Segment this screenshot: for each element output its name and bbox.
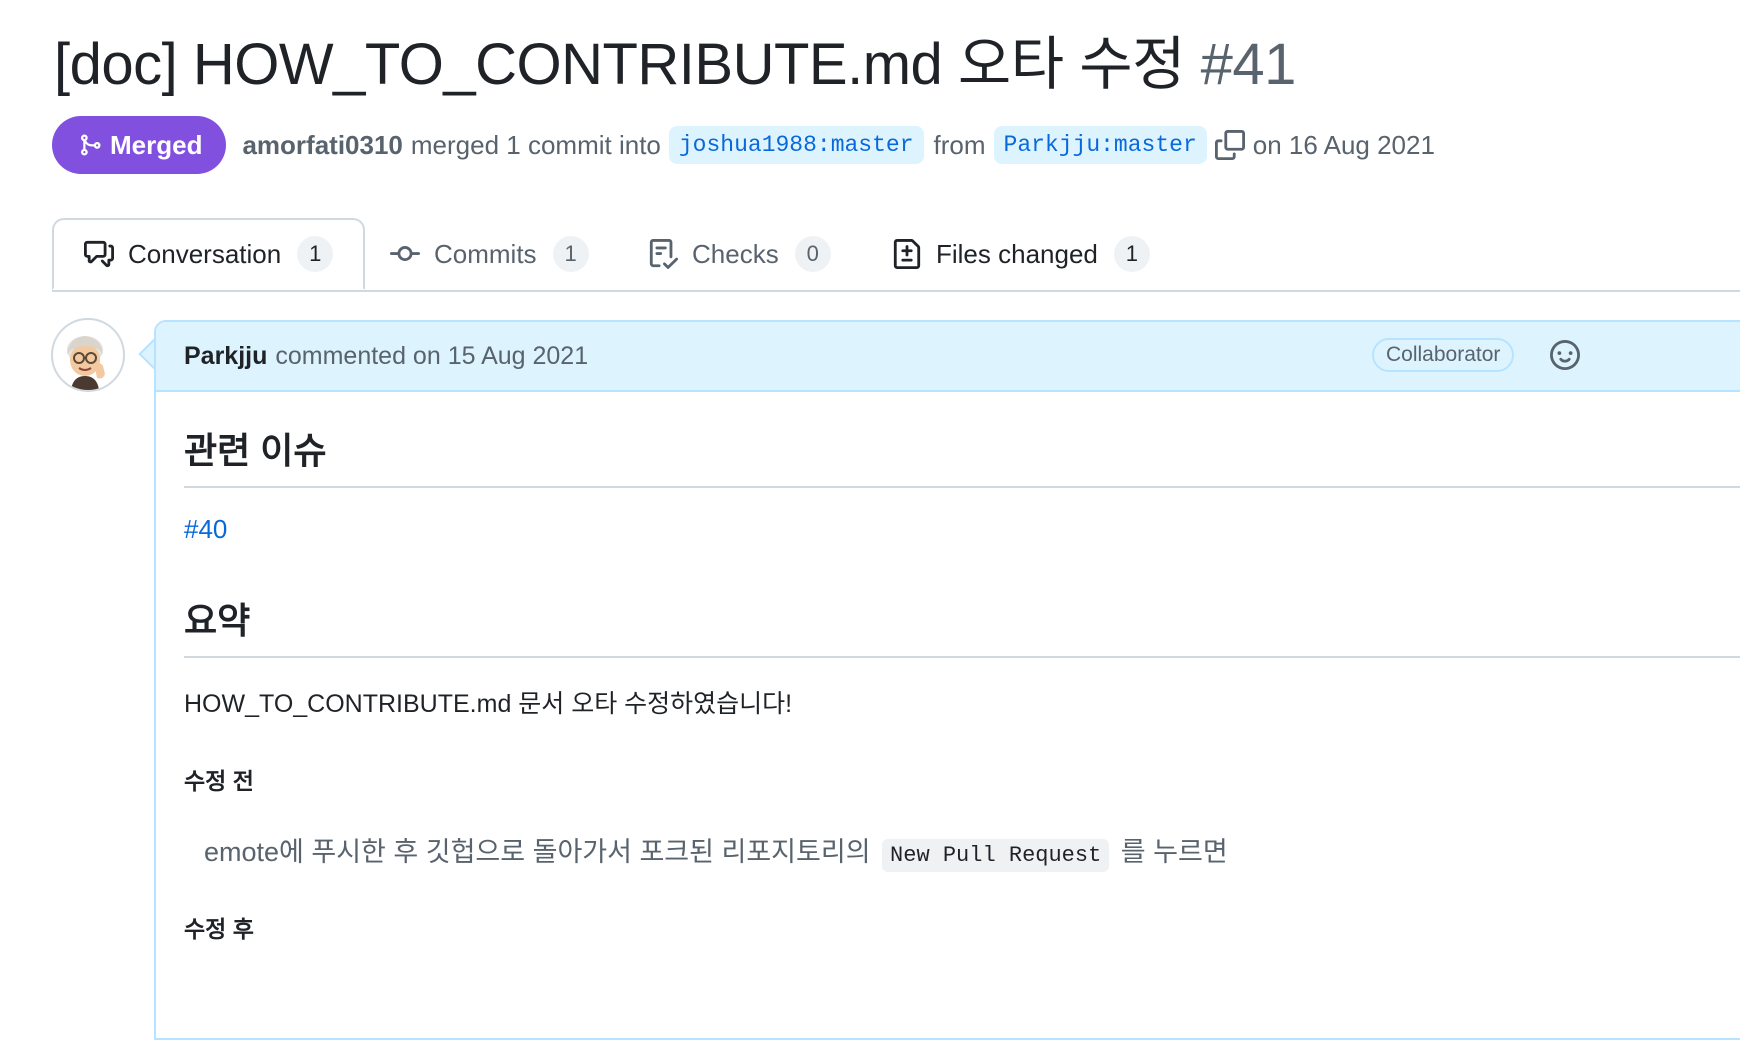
tab-commits-label: Commits xyxy=(434,238,537,269)
merge-author-link[interactable]: amorfati0310 xyxy=(242,130,402,161)
smiley-icon[interactable] xyxy=(1550,340,1580,377)
state-label: Merged xyxy=(110,129,203,160)
merged-state-badge: Merged xyxy=(52,116,227,174)
new-pull-request-code: New Pull Request xyxy=(882,839,1110,872)
heading-related-issue: 관련 이슈 xyxy=(184,422,1740,488)
issue-link[interactable]: #40 xyxy=(184,514,227,545)
collaborator-badge: Collaborator xyxy=(1372,338,1515,372)
comment-box: Parkjju commented on 15 Aug 2021 Collabo… xyxy=(154,320,1740,1040)
memoji-avatar-icon xyxy=(67,336,105,390)
tab-files-label: Files changed xyxy=(936,238,1098,269)
pr-tabs: Conversation 1 Commits 1 Checks 0 Files … xyxy=(52,218,1740,292)
pr-title-text: [doc] HOW_TO_CONTRIBUTE.md 오타 수정 xyxy=(54,32,1185,97)
pr-meta: Merged amorfati0310 merged 1 commit into… xyxy=(52,116,1435,174)
heading-summary: 요약 xyxy=(184,592,1740,658)
tab-commits[interactable]: Commits 1 xyxy=(390,218,589,290)
pr-title: [doc] HOW_TO_CONTRIBUTE.md 오타 수정 #41 xyxy=(54,30,1296,100)
head-branch[interactable]: Parkjju:master xyxy=(993,126,1207,164)
avatar[interactable] xyxy=(51,318,125,392)
tab-commits-count: 1 xyxy=(552,236,589,272)
heading-after: 수정 후 xyxy=(184,916,254,942)
merge-date: on 16 Aug 2021 xyxy=(1252,129,1435,160)
tab-conversation[interactable]: Conversation 1 xyxy=(52,218,366,290)
from-text: from xyxy=(933,129,986,160)
checklist-icon xyxy=(648,239,678,269)
base-branch[interactable]: joshua1988:master xyxy=(668,126,924,164)
before-text-pre: emote에 푸시한 후 깃헙으로 돌아가서 포크된 리포지토리의 xyxy=(204,837,871,867)
tab-conversation-count: 1 xyxy=(297,236,334,272)
tab-checks-count: 0 xyxy=(794,236,831,272)
comment-discussion-icon xyxy=(84,239,114,269)
file-diff-icon xyxy=(892,239,922,269)
tab-conversation-label: Conversation xyxy=(128,238,282,269)
summary-text: HOW_TO_CONTRIBUTE.md 문서 오타 수정하였습니다! xyxy=(184,690,793,718)
comment-timestamp[interactable]: commented on 15 Aug 2021 xyxy=(275,342,588,371)
tab-checks-label: Checks xyxy=(692,238,779,269)
copy-icon[interactable] xyxy=(1214,130,1245,160)
pr-number: #41 xyxy=(1200,32,1297,97)
heading-before: 수정 전 xyxy=(184,768,254,794)
git-merge-icon xyxy=(81,134,101,156)
tab-files-count: 1 xyxy=(1113,236,1150,272)
before-quote: emote에 푸시한 후 깃헙으로 돌아가서 포크된 리포지토리의 New Pu… xyxy=(204,830,1228,872)
tab-files-changed[interactable]: Files changed 1 xyxy=(892,218,1150,290)
comment-header: Parkjju commented on 15 Aug 2021 Collabo… xyxy=(156,322,1740,392)
commit-icon xyxy=(390,239,420,269)
before-text-post: 를 누르면 xyxy=(1120,837,1228,867)
comment-author-link[interactable]: Parkjju xyxy=(184,342,267,371)
tab-checks[interactable]: Checks 0 xyxy=(648,218,831,290)
merged-text: merged 1 commit into xyxy=(410,129,661,160)
